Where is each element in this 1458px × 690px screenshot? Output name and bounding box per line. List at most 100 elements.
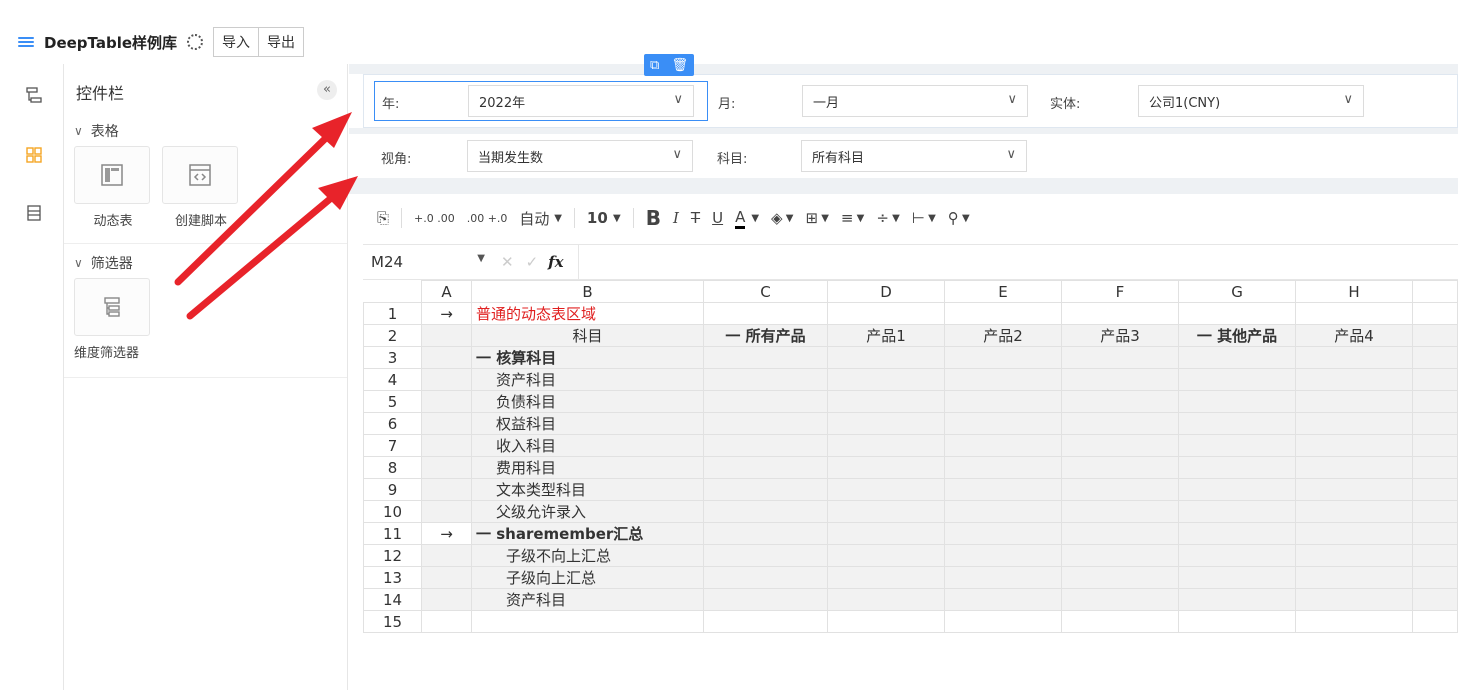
cell[interactable] — [944, 390, 1062, 413]
cell[interactable] — [421, 500, 472, 523]
cell-a1[interactable]: → — [421, 302, 472, 325]
font-size-select[interactable]: 10 ▼ — [587, 209, 621, 227]
underline-button[interactable]: U — [712, 209, 723, 227]
cell-b11[interactable]: 一 sharemember汇总 — [471, 522, 704, 545]
cell[interactable] — [1412, 500, 1458, 523]
vertical-align-icon[interactable]: ÷ ▼ — [876, 209, 899, 227]
row-number[interactable]: 14 — [363, 588, 422, 611]
row-number[interactable]: 13 — [363, 566, 422, 589]
col-header-e[interactable]: E — [944, 280, 1062, 303]
cell[interactable] — [944, 412, 1062, 435]
cell[interactable] — [1178, 544, 1296, 567]
cell[interactable] — [1412, 368, 1458, 391]
copy-icon[interactable]: ⧉ — [650, 58, 659, 73]
view-select[interactable]: 当期发生数 ∨ — [467, 140, 693, 172]
col-header-h[interactable]: H — [1295, 280, 1413, 303]
cell[interactable] — [421, 544, 472, 567]
cell[interactable] — [421, 478, 472, 501]
cell[interactable] — [944, 544, 1062, 567]
cell[interactable] — [1178, 390, 1296, 413]
cell[interactable] — [1412, 588, 1458, 611]
cell-b4[interactable]: 资产科目 — [471, 368, 704, 391]
cell[interactable] — [1061, 302, 1179, 325]
cell[interactable] — [1178, 456, 1296, 479]
cell[interactable] — [1061, 346, 1179, 369]
row-number[interactable]: 3 — [363, 346, 422, 369]
cell-b2[interactable]: 科目 — [471, 324, 704, 347]
format-painter-icon[interactable]: ⎘ — [377, 209, 389, 227]
cell[interactable] — [703, 456, 828, 479]
cell[interactable] — [944, 302, 1062, 325]
entity-select[interactable]: 公司1(CNY) ∨ — [1138, 85, 1364, 117]
row-number[interactable]: 1 — [363, 302, 422, 325]
cell[interactable] — [827, 390, 945, 413]
cell[interactable] — [1295, 346, 1413, 369]
cell[interactable] — [1178, 368, 1296, 391]
cell[interactable] — [944, 610, 1062, 633]
cell[interactable] — [1412, 610, 1458, 633]
cell[interactable] — [703, 610, 828, 633]
cell[interactable] — [1412, 456, 1458, 479]
cell[interactable] — [827, 566, 945, 589]
cell[interactable] — [944, 500, 1062, 523]
cell[interactable] — [827, 610, 945, 633]
cell-b6[interactable]: 权益科目 — [471, 412, 704, 435]
cell[interactable] — [1061, 610, 1179, 633]
cell-b7[interactable]: 收入科目 — [471, 434, 704, 457]
cell[interactable] — [703, 346, 828, 369]
cell[interactable] — [703, 302, 828, 325]
row-number[interactable]: 8 — [363, 456, 422, 479]
cell[interactable] — [827, 368, 945, 391]
row-number[interactable]: 12 — [363, 544, 422, 567]
cell[interactable] — [703, 478, 828, 501]
col-header-extra[interactable] — [1412, 280, 1458, 303]
cell[interactable] — [421, 434, 472, 457]
cell-b1[interactable]: 普通的动态表区域 — [471, 302, 704, 325]
widget-dim-filter[interactable]: 维度筛选器 — [74, 278, 152, 361]
cell[interactable] — [1295, 610, 1413, 633]
widget-create-script[interactable]: 创建脚本 — [162, 146, 240, 229]
cell[interactable] — [827, 456, 945, 479]
cell[interactable] — [1178, 500, 1296, 523]
cell[interactable] — [1412, 302, 1458, 325]
cell[interactable] — [827, 588, 945, 611]
cell[interactable] — [827, 522, 945, 545]
caret-down-icon[interactable]: ▼ — [751, 213, 759, 224]
cell-b10[interactable]: 父级允许录入 — [471, 500, 704, 523]
cell[interactable] — [1178, 610, 1296, 633]
row-number[interactable]: 9 — [363, 478, 422, 501]
cell[interactable] — [1061, 478, 1179, 501]
cell[interactable] — [1412, 324, 1458, 347]
cell[interactable] — [1061, 456, 1179, 479]
cell[interactable] — [1061, 434, 1179, 457]
cell-g2[interactable]: 一 其他产品 — [1178, 324, 1296, 347]
cell[interactable] — [1178, 588, 1296, 611]
cell-a2[interactable] — [421, 324, 472, 347]
cell[interactable] — [1412, 478, 1458, 501]
cell[interactable] — [703, 522, 828, 545]
cell[interactable] — [1061, 544, 1179, 567]
cell[interactable] — [1061, 412, 1179, 435]
cell[interactable] — [1061, 522, 1179, 545]
cell[interactable] — [1061, 500, 1179, 523]
cell[interactable] — [703, 566, 828, 589]
cell[interactable] — [1061, 368, 1179, 391]
cell[interactable] — [944, 566, 1062, 589]
cell-c2[interactable]: 一 所有产品 — [703, 324, 828, 347]
row-number[interactable]: 15 — [363, 610, 422, 633]
cell[interactable] — [1295, 368, 1413, 391]
cell[interactable] — [703, 588, 828, 611]
row-number[interactable]: 7 — [363, 434, 422, 457]
cell[interactable] — [703, 544, 828, 567]
cell-a11[interactable]: → — [421, 522, 472, 545]
row-number[interactable]: 2 — [363, 324, 422, 347]
cell[interactable] — [1295, 500, 1413, 523]
cell[interactable] — [703, 368, 828, 391]
table-list-icon[interactable] — [25, 204, 43, 222]
cancel-icon[interactable]: ✕ — [501, 253, 514, 271]
cell[interactable] — [1295, 390, 1413, 413]
cell[interactable] — [421, 610, 472, 633]
cell[interactable] — [703, 434, 828, 457]
cell[interactable] — [1295, 544, 1413, 567]
cell[interactable] — [944, 456, 1062, 479]
